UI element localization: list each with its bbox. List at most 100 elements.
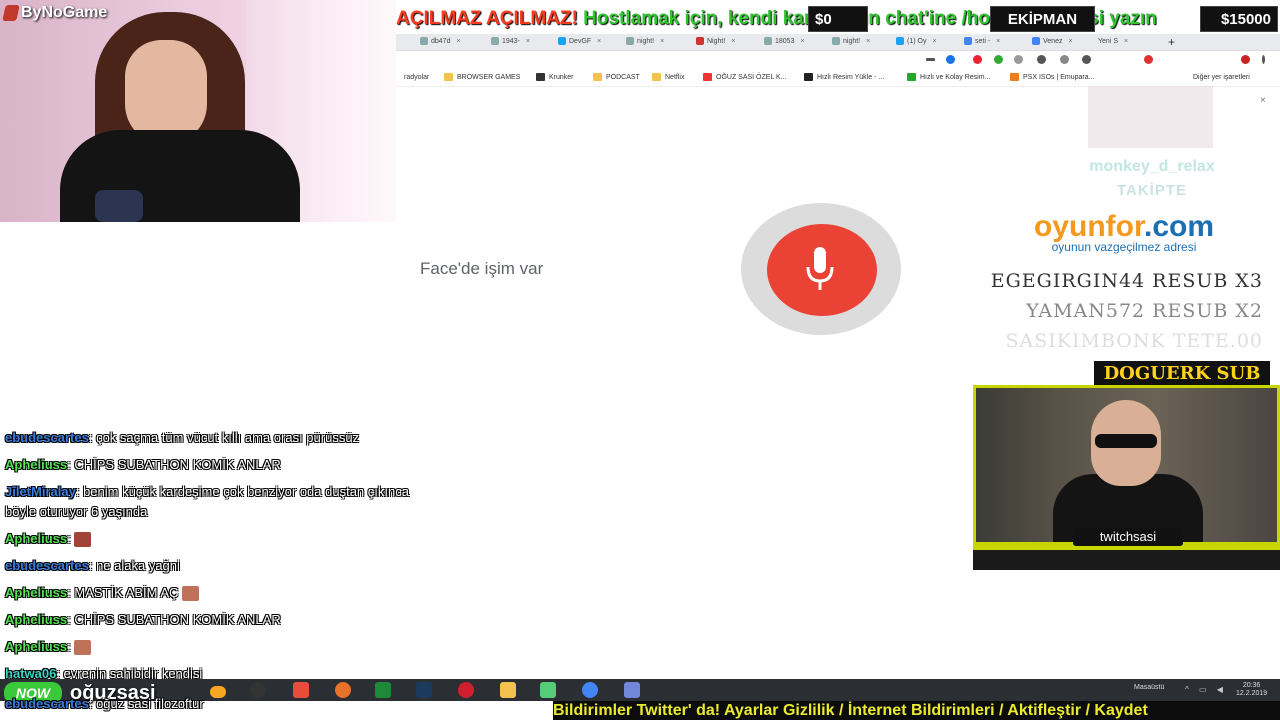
close-tab-icon[interactable]: ×: [800, 38, 804, 45]
chat-text: CHİPS SUBATHON KOMİK ANLAR: [74, 612, 281, 627]
chat-username: ebudescartes: [5, 430, 89, 445]
close-tab-icon[interactable]: ×: [731, 38, 735, 45]
browser-tab[interactable]: 1943- ×: [491, 34, 530, 50]
steam-icon[interactable]: [416, 682, 432, 698]
streamer-webcam-left: [0, 0, 396, 222]
download-icon[interactable]: [1037, 55, 1046, 64]
chrome-icon[interactable]: [582, 682, 598, 698]
chat-message: Apheliuss: CHİPS SUBATHON KOMİK ANLAR: [5, 612, 281, 627]
chat-message: Apheliuss: CHİPS SUBATHON KOMİK ANLAR: [5, 457, 281, 472]
chat-message: Apheliuss: MASTİK ABİM AÇ: [5, 583, 445, 603]
browser-tab[interactable]: 18053 ×: [764, 34, 805, 50]
gamepad-icon[interactable]: [540, 682, 556, 698]
bookmark-item[interactable]: Netflix: [652, 69, 684, 86]
bookmark-item[interactable]: PSX ISOs | Emupara...: [1010, 69, 1094, 86]
taskbar-clock[interactable]: 20:36 12.2.2019: [1236, 682, 1267, 698]
firefox-icon[interactable]: [335, 682, 351, 698]
folder-icon: [593, 73, 602, 82]
chat-overlay: ebudescartes: çok saçma tüm vücut kıllı …: [5, 428, 445, 691]
chat-text: CHİPS SUBATHON KOMİK ANLAR: [74, 457, 281, 472]
close-tab-icon[interactable]: ×: [660, 38, 664, 45]
chat-text: ne alaka yağni: [96, 558, 180, 573]
tab-favicon-icon: [1032, 37, 1040, 46]
close-tab-icon[interactable]: ×: [1068, 38, 1072, 45]
browser-tab[interactable]: night! ×: [832, 34, 870, 50]
close-tab-icon[interactable]: ×: [456, 38, 460, 45]
chat-username: ebudescartes: [5, 558, 89, 573]
close-tab-icon[interactable]: ×: [866, 38, 870, 45]
voice-transcript: Face'de işim var: [420, 259, 544, 278]
new-tab-button[interactable]: +: [1168, 35, 1175, 49]
brand-name: ByNoGame: [21, 4, 108, 21]
bookmark-item[interactable]: Hızlı ve Kolay Resim...: [907, 69, 990, 86]
tab-favicon-icon: [696, 37, 704, 46]
close-tab-icon[interactable]: ×: [932, 38, 936, 45]
menu-dots-icon[interactable]: [1262, 55, 1265, 64]
chat-username: Apheliuss: [5, 612, 68, 627]
bookmark-item[interactable]: PODCAST: [593, 69, 640, 86]
browser-tab[interactable]: night! ×: [626, 34, 664, 50]
follower-label: TAKİPTE: [1116, 182, 1188, 199]
ticker-alert: AÇILMAZ AÇILMAZ!: [396, 8, 578, 29]
site-icon: [804, 73, 813, 82]
emote-icon: [74, 532, 92, 548]
bookmark-item[interactable]: Hızlı Resim Yükle - ...: [804, 69, 884, 86]
opera-icon[interactable]: [458, 682, 474, 698]
download-icon[interactable]: [1082, 55, 1091, 64]
close-tab-icon[interactable]: ×: [597, 38, 601, 45]
taskbar-desktop-label[interactable]: Masaüstü: [1134, 684, 1164, 691]
chat-username: Apheliuss: [5, 585, 68, 600]
recorder-icon[interactable]: [293, 682, 309, 698]
opera-icon[interactable]: [973, 55, 982, 64]
excel-icon[interactable]: [375, 682, 391, 698]
close-icon[interactable]: ×: [1260, 95, 1266, 106]
streamer-webcam-right: twitchsasi: [973, 385, 1280, 570]
explorer-icon[interactable]: [500, 682, 516, 698]
thumbs-emote-icon: [74, 640, 92, 656]
obs-icon[interactable]: [250, 682, 266, 698]
bookmark-item[interactable]: Diğer yer işaretleri: [1193, 69, 1250, 86]
microphone-icon: [806, 247, 834, 290]
chat-text: MASTİK ABİM AÇ: [74, 585, 179, 600]
bookmark-item[interactable]: OĞUZ SASİ ÖZEL K...: [703, 69, 787, 86]
folder-icon: [444, 73, 453, 82]
tab-favicon-icon: [420, 37, 428, 46]
browser-tab-strip: db47d × 1943- × DevGF × night! × Night! × 180…: [396, 34, 1280, 51]
extension-icon[interactable]: [1014, 55, 1023, 64]
browser-tab[interactable]: seti - ×: [964, 34, 1000, 50]
extension-icon[interactable]: [1060, 55, 1069, 64]
resub-line: YAMAN572 RESUB X2: [1026, 300, 1263, 322]
microphone: [95, 190, 143, 222]
bynogame-logo-icon: [2, 5, 20, 21]
bookmark-item[interactable]: Krunker: [536, 69, 574, 86]
bookmark-star-icon[interactable]: [946, 55, 955, 64]
browser-tab[interactable]: (1) Oy ×: [896, 34, 937, 50]
sponsor-tagline: oyunun vazgeçilmez adresi: [1051, 240, 1197, 254]
tab-favicon-icon: [558, 37, 566, 46]
browser-tab[interactable]: Night! ×: [696, 34, 735, 50]
close-tab-icon[interactable]: ×: [1124, 38, 1128, 45]
page-action-icon[interactable]: [926, 58, 935, 61]
chat-username: Apheliuss: [5, 531, 68, 546]
bookmarks-bar: radyolar BROWSER GAMES Krunker PODCAST N…: [396, 69, 1280, 87]
tab-favicon-icon: [764, 37, 772, 46]
discord-icon[interactable]: [624, 682, 640, 698]
browser-tab[interactable]: DevGF ×: [558, 34, 601, 50]
browser-tab[interactable]: Venez ×: [1032, 34, 1073, 50]
bookmark-item[interactable]: radyolar: [404, 69, 429, 86]
close-tab-icon[interactable]: ×: [996, 38, 1000, 45]
brand-logo: ByNoGame: [2, 4, 108, 22]
close-tab-icon[interactable]: ×: [526, 38, 530, 45]
tab-favicon-icon: [491, 37, 499, 46]
browser-tab[interactable]: Yeni S ×: [1098, 34, 1128, 50]
profile-avatar-icon[interactable]: [1241, 55, 1250, 64]
extension-icon[interactable]: [994, 55, 1003, 64]
tab-favicon-icon: [832, 37, 840, 46]
thumbs-emote-icon: [182, 586, 200, 602]
extension-icon[interactable]: [1144, 55, 1153, 64]
resub-line: EGEGIRGIN44 RESUB X3: [990, 270, 1263, 292]
system-tray-icons[interactable]: ^ ▭ ◀: [1185, 685, 1227, 694]
logo-dot-icon: [210, 686, 226, 698]
bookmark-item[interactable]: BROWSER GAMES: [444, 69, 520, 86]
browser-tab[interactable]: db47d ×: [420, 34, 461, 50]
